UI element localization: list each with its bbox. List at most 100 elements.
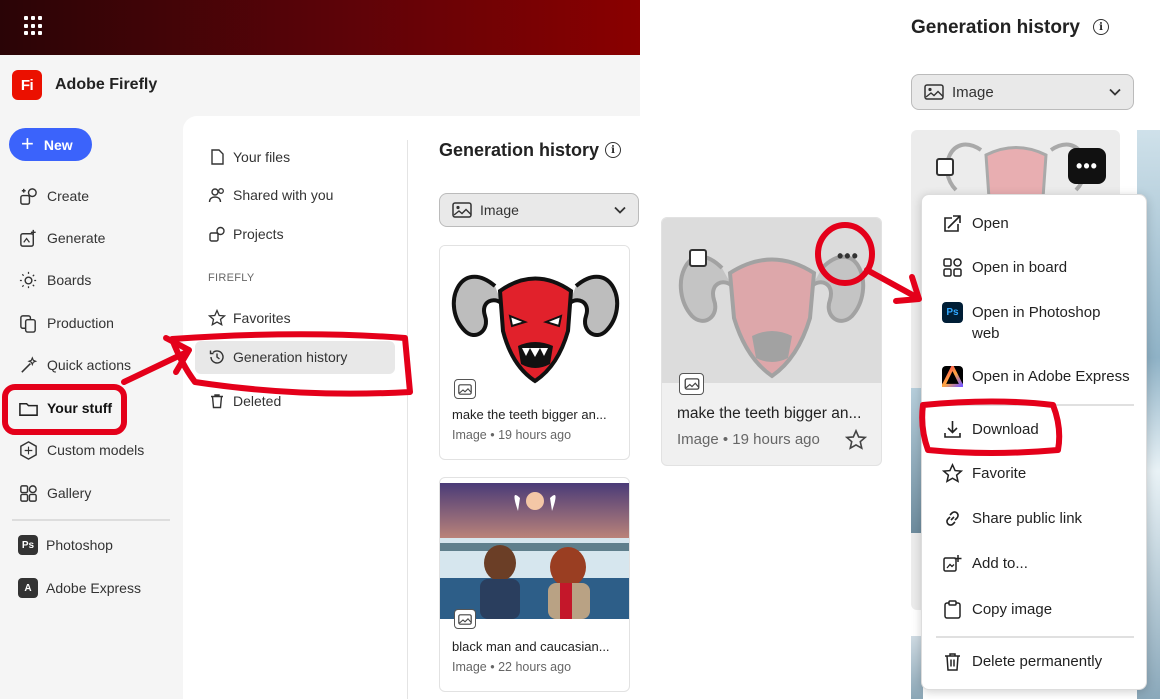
menu-label-share-link: Share public link	[972, 510, 1083, 527]
subnav-projects[interactable]: Projects	[208, 221, 284, 247]
nav-item-production[interactable]: Production	[18, 308, 114, 338]
zoomed-history-card[interactable]: ••• make the teeth bigger an... Image • …	[661, 217, 882, 466]
adobe-express-icon: A	[18, 578, 38, 598]
create-icon	[20, 187, 37, 205]
add-to-icon	[943, 555, 962, 572]
menu-label-copy-image: Copy image	[972, 601, 1053, 618]
subnav-deleted[interactable]: Deleted	[208, 388, 281, 414]
nav-label-generate: Generate	[47, 230, 106, 246]
star-icon	[942, 463, 963, 483]
board-icon	[943, 258, 962, 277]
waterfall-couple-image	[440, 483, 629, 619]
menu-label-download: Download	[972, 421, 1039, 438]
nav-item-custom-models[interactable]: Custom models	[18, 435, 144, 465]
right-history-title: Generation history	[911, 17, 1080, 38]
download-icon	[944, 421, 961, 438]
subnav-your-files[interactable]: Your files	[208, 144, 290, 170]
clipboard-icon	[944, 600, 961, 619]
photoshop-icon: Ps	[18, 535, 38, 555]
chevron-down-icon	[614, 206, 626, 214]
firefly-logo: Fi	[12, 70, 42, 100]
menu-item-download[interactable]: Download	[942, 419, 1039, 440]
plus-icon: +	[21, 130, 34, 156]
ram-mascot-image-faded	[678, 254, 866, 379]
right-filter-dropdown[interactable]: Image	[911, 74, 1134, 110]
menu-divider	[936, 404, 1134, 406]
card-thumbnail[interactable]	[440, 246, 629, 399]
nav-label-create: Create	[47, 188, 90, 204]
subnav-label-projects: Projects	[233, 226, 284, 242]
info-icon[interactable]: i	[605, 142, 621, 158]
subnav-label-shared: Shared with you	[233, 187, 334, 203]
folder-icon	[19, 402, 38, 416]
nav-item-create[interactable]: Create	[18, 181, 89, 211]
adobe-express-icon	[942, 366, 963, 387]
menu-label-open-board: Open in board	[972, 259, 1068, 276]
nav-item-quick-actions[interactable]: Quick actions	[18, 350, 131, 380]
menu-item-open-express[interactable]: Open in Adobe Express	[942, 366, 1130, 387]
history-card[interactable]: black man and caucasian... Image • 22 ho…	[439, 477, 630, 692]
menu-item-delete[interactable]: Delete permanently	[942, 651, 1102, 672]
menu-item-open-board[interactable]: Open in board	[942, 257, 1067, 278]
open-icon	[944, 215, 961, 232]
card-meta: Image • 19 hours ago	[452, 428, 572, 442]
subnav-generation-history[interactable]: Generation history	[208, 344, 347, 370]
nav-divider	[12, 519, 170, 521]
nav-item-your-stuff[interactable]: Your stuff	[18, 393, 112, 423]
trash-icon	[211, 394, 223, 409]
nav-label-photoshop: Photoshop	[46, 537, 113, 553]
history-title: Generation history	[439, 140, 600, 160]
subnav-shared[interactable]: Shared with you	[208, 182, 333, 208]
zoomed-card-thumbnail[interactable]: •••	[662, 218, 881, 395]
subnav-label-generation-history: Generation history	[233, 349, 348, 365]
nav-item-generate[interactable]: Generate	[18, 223, 105, 253]
history-card[interactable]: make the teeth bigger an... Image • 19 h…	[439, 245, 630, 460]
more-options-icon[interactable]: •••	[837, 246, 859, 267]
menu-divider	[936, 636, 1134, 638]
menu-item-add-to[interactable]: Add to...	[942, 553, 1028, 574]
nav-item-adobe-express[interactable]: A Adobe Express	[18, 573, 141, 603]
card-title: make the teeth bigger an...	[452, 407, 607, 422]
image-icon	[924, 84, 944, 100]
projects-icon	[209, 226, 225, 242]
right-info-icon[interactable]: i	[1093, 19, 1109, 35]
nav-label-custom-models: Custom models	[47, 442, 145, 458]
menu-item-favorite[interactable]: Favorite	[942, 463, 1026, 484]
nav-label-boards: Boards	[47, 272, 92, 288]
menu-item-open-photoshop[interactable]: Ps Open in Photoshop web	[942, 302, 1132, 344]
app-switcher-icon[interactable]	[24, 16, 44, 36]
subnav-label-favorites: Favorites	[233, 310, 291, 326]
panel-divider	[407, 140, 408, 699]
select-checkbox[interactable]	[689, 249, 707, 267]
star-icon	[208, 309, 226, 327]
history-icon	[209, 350, 224, 364]
subnav-label-deleted: Deleted	[233, 393, 282, 409]
nav-item-gallery[interactable]: Gallery	[18, 478, 91, 508]
menu-label-delete: Delete permanently	[972, 653, 1103, 670]
history-filter-dropdown[interactable]: Image	[439, 193, 639, 227]
menu-item-share-link[interactable]: Share public link	[942, 508, 1082, 529]
gallery-icon	[20, 484, 37, 502]
menu-label-open: Open	[972, 215, 1009, 232]
image-type-badge	[454, 609, 476, 629]
subnav-section-heading: FIREFLY	[208, 272, 255, 284]
image-icon	[458, 383, 472, 395]
more-options-button[interactable]: •••	[1068, 148, 1106, 184]
menu-item-copy-image[interactable]: Copy image	[942, 599, 1052, 620]
right-select-checkbox[interactable]	[936, 158, 954, 176]
nav-item-boards[interactable]: Boards	[18, 265, 91, 295]
subnav-label-your-files: Your files	[233, 149, 291, 165]
zoomed-card-title: make the teeth bigger an...	[677, 405, 862, 422]
subnav-favorites[interactable]: Favorites	[208, 305, 291, 331]
new-button[interactable]: + New	[9, 128, 92, 161]
card-thumbnail[interactable]	[440, 483, 629, 629]
history-filter-value: Image	[480, 202, 519, 218]
image-icon	[684, 378, 699, 390]
nav-label-production: Production	[47, 315, 114, 331]
quick-actions-icon	[21, 355, 38, 373]
favorite-star-icon[interactable]	[845, 429, 867, 451]
menu-item-open[interactable]: Open	[942, 213, 1009, 234]
nav-item-photoshop[interactable]: Ps Photoshop	[18, 530, 113, 560]
custom-models-icon	[20, 440, 37, 460]
menu-label-add-to: Add to...	[972, 555, 1028, 572]
